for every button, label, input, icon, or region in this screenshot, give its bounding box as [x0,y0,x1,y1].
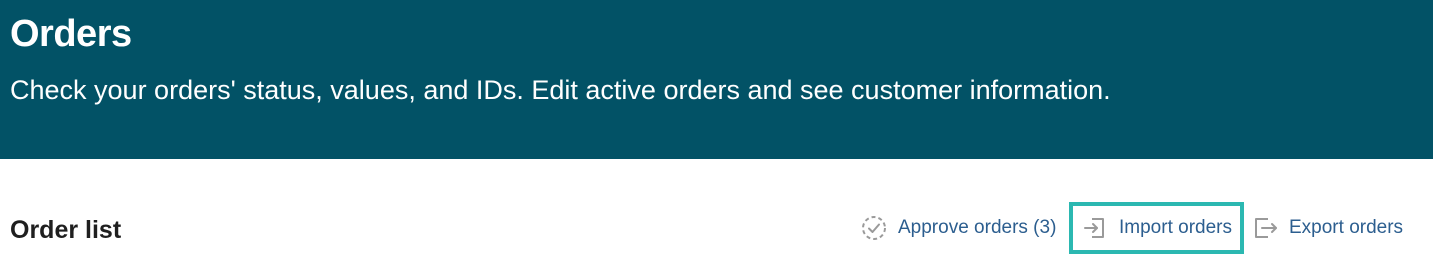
approve-check-circle-icon [860,214,888,242]
approve-orders-label: Approve orders (3) [898,217,1057,238]
export-orders-label: Export orders [1289,217,1404,238]
import-orders-label: Import orders [1119,217,1232,238]
order-list-actions: Approve orders (3) Import orders Export … [0,202,1433,254]
page-title: Orders [10,13,132,55]
approve-orders-button[interactable]: Approve orders (3) [860,204,1056,252]
page-subtitle: Check your orders' status, values, and I… [10,75,1111,105]
import-orders-button[interactable]: Import orders [1069,202,1244,254]
export-icon [1251,214,1279,242]
page-header: Orders Check your orders' status, values… [0,0,1433,159]
export-orders-button[interactable]: Export orders [1251,204,1403,252]
import-icon [1081,214,1109,242]
